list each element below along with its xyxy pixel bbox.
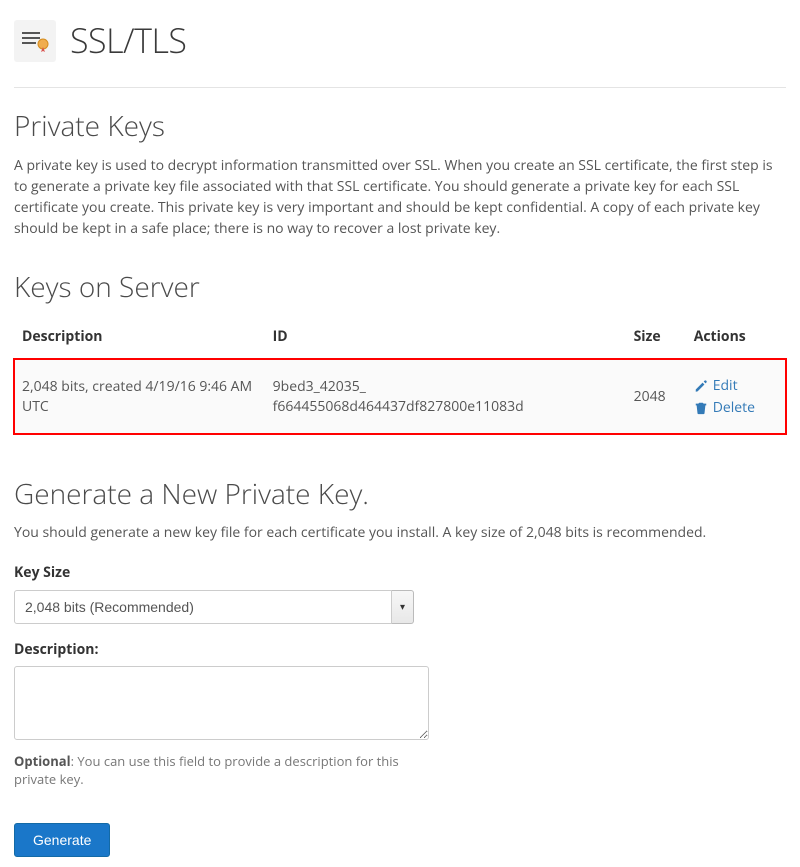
hint-rest: : You can use this field to provide a de… — [14, 752, 399, 788]
section-heading-generate: Generate a New Private Key. — [14, 474, 786, 515]
key-id-line: f664455068d464437df827800e11083d — [273, 397, 524, 416]
description-textarea[interactable] — [14, 666, 429, 740]
edit-label: Edit — [713, 376, 738, 396]
delete-label: Delete — [713, 398, 755, 418]
trash-icon — [694, 401, 708, 415]
pencil-icon — [694, 379, 708, 393]
section-heading-keys-on-server: Keys on Server — [14, 267, 786, 308]
description-label: Description: — [14, 640, 786, 660]
cell-id: 9bed3_42035_ f664455068d464437df827800e1… — [265, 359, 626, 435]
key-size-label: Key Size — [14, 563, 786, 583]
key-size-group: Key Size 2,048 bits (Recommended) ▾ — [14, 563, 786, 623]
section-heading-private-keys: Private Keys — [14, 106, 786, 147]
delete-button[interactable]: Delete — [694, 398, 778, 418]
cell-size: 2048 — [626, 359, 686, 435]
col-header-id: ID — [265, 317, 626, 358]
private-keys-intro: A private key is used to decrypt informa… — [14, 155, 786, 239]
generate-button[interactable]: Generate — [14, 823, 110, 857]
description-group: Description: Optional: You can use this … — [14, 640, 786, 789]
generate-help: You should generate a new key file for e… — [14, 523, 786, 543]
hint-bold: Optional — [14, 752, 71, 770]
cell-actions: Edit Delete — [686, 359, 786, 435]
chevron-down-icon[interactable]: ▾ — [392, 590, 414, 624]
col-header-size: Size — [626, 317, 686, 358]
col-header-description: Description — [14, 317, 265, 358]
key-size-select[interactable]: 2,048 bits (Recommended) — [14, 590, 392, 624]
page-header: SSL/TLS — [14, 10, 786, 88]
edit-button[interactable]: Edit — [694, 376, 778, 396]
table-row: 2,048 bits, created 4/19/16 9:46 AM UTC … — [14, 359, 786, 435]
description-hint: Optional: You can use this field to prov… — [14, 752, 434, 788]
col-header-actions: Actions — [686, 317, 786, 358]
generate-section: Generate a New Private Key. You should g… — [14, 474, 786, 856]
page-title: SSL/TLS — [70, 16, 186, 65]
cell-description: 2,048 bits, created 4/19/16 9:46 AM UTC — [14, 359, 265, 435]
keys-table: Description ID Size Actions 2,048 bits, … — [14, 317, 786, 434]
ssl-certificate-icon — [14, 20, 56, 62]
key-id-line: 9bed3_42035_ — [273, 377, 366, 396]
